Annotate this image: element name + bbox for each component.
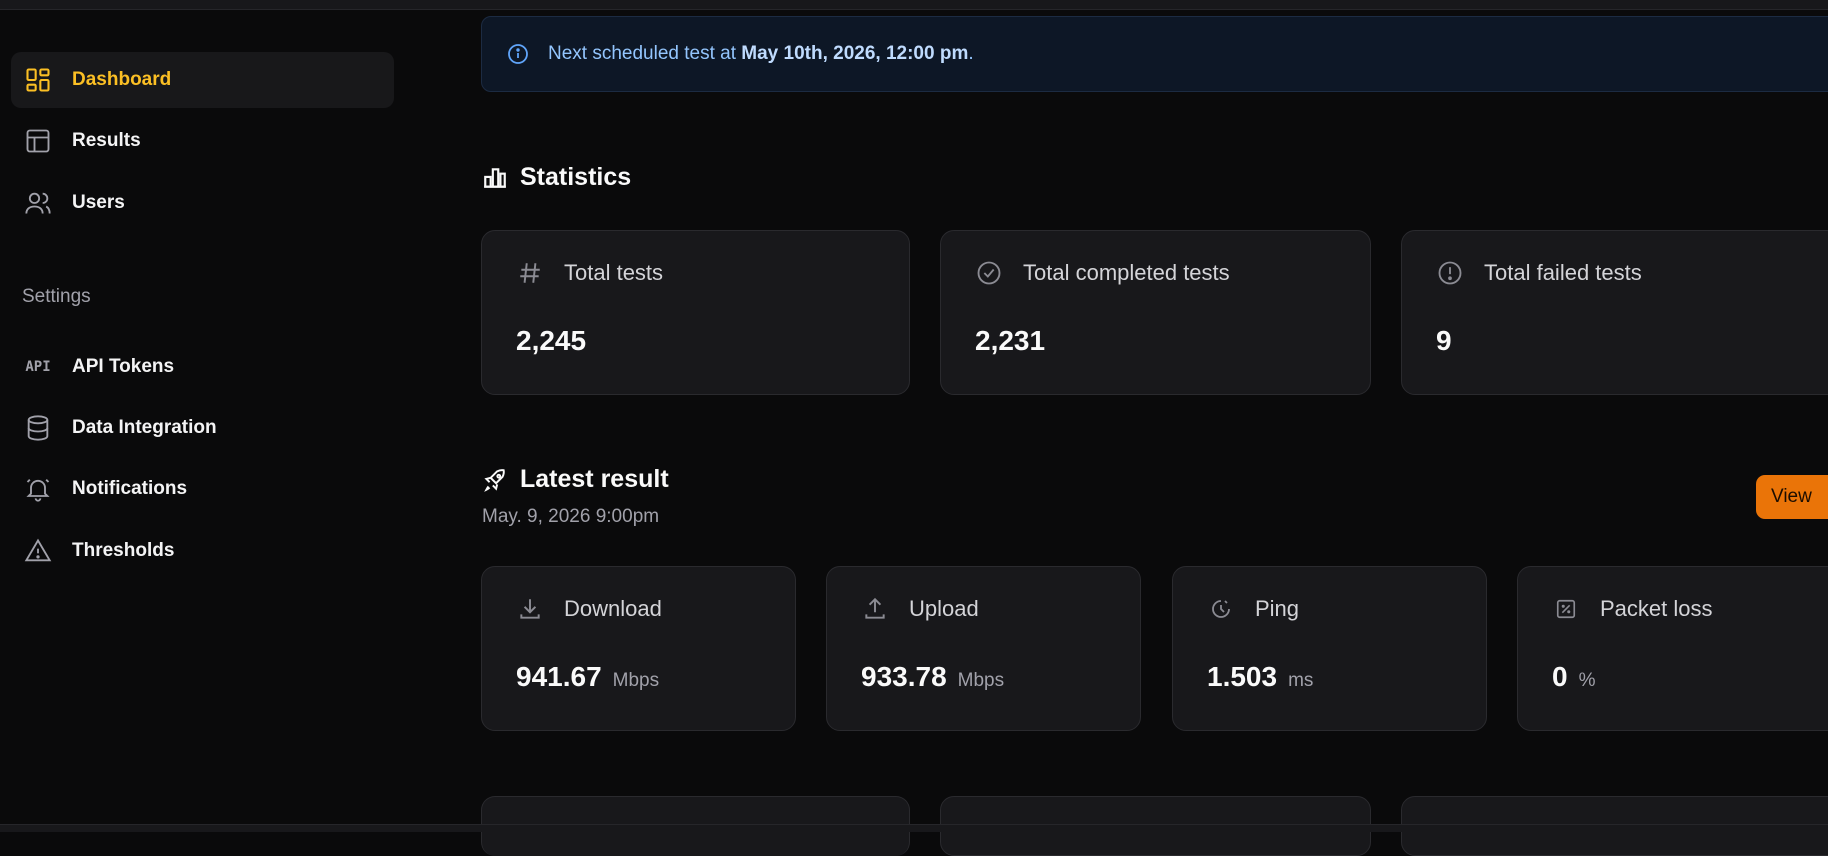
table-icon bbox=[23, 126, 53, 156]
stat-value: 2,231 bbox=[975, 325, 1046, 356]
stat-card-failed-tests: Total failed tests 9 bbox=[1401, 230, 1828, 395]
sidebar-item-label: Results bbox=[72, 130, 141, 151]
view-button[interactable]: View bbox=[1756, 475, 1828, 519]
settings-group-label: Settings bbox=[22, 286, 91, 307]
result-value: 933.78 Mbps bbox=[861, 661, 1005, 692]
result-card-packet-loss: Packet loss 0% bbox=[1517, 566, 1828, 731]
stat-label: Total tests bbox=[564, 260, 664, 285]
result-unit: % bbox=[1578, 670, 1596, 691]
hash-icon bbox=[516, 259, 544, 287]
sidebar-item-results[interactable]: Results bbox=[11, 113, 394, 169]
sidebar-item-notifications[interactable]: Notifications bbox=[11, 461, 394, 517]
result-label: Upload bbox=[909, 596, 979, 621]
result-unit: Mbps bbox=[957, 670, 1005, 691]
bell-icon bbox=[23, 474, 53, 504]
sidebar-item-users[interactable]: Users bbox=[11, 175, 394, 231]
banner-datetime: May 10th, 2026, 12:00 pm bbox=[741, 43, 969, 64]
stat-value: 9 bbox=[1436, 325, 1452, 356]
check-circle-icon bbox=[975, 259, 1003, 287]
clock-icon bbox=[1207, 595, 1235, 623]
dashboard-icon bbox=[23, 65, 53, 95]
statistics-heading: Statistics bbox=[482, 163, 631, 192]
sidebar-item-thresholds[interactable]: Thresholds bbox=[11, 523, 394, 579]
banner-text: Next scheduled test at May 10th, 2026, 1… bbox=[548, 43, 974, 64]
result-card-upload: Upload 933.78 Mbps bbox=[826, 566, 1141, 731]
stat-card-total-tests: Total tests 2,245 bbox=[481, 230, 910, 395]
latest-result-heading: Latest result bbox=[482, 465, 669, 494]
sidebar-item-data-integration[interactable]: Data Integration bbox=[11, 400, 394, 456]
result-value: 0% bbox=[1552, 661, 1596, 692]
percent-icon bbox=[1552, 595, 1580, 623]
stat-value: 2,245 bbox=[516, 325, 587, 356]
result-unit: ms bbox=[1288, 670, 1314, 691]
sidebar-item-api-tokens[interactable]: API API Tokens bbox=[11, 339, 394, 395]
latest-result-timestamp: May. 9, 2026 9:00pm bbox=[482, 506, 660, 527]
result-card-download: Download 941.67 Mbps bbox=[481, 566, 796, 731]
sidebar-item-label: Users bbox=[72, 192, 125, 213]
rocket-icon bbox=[482, 467, 508, 493]
result-label: Packet loss bbox=[1600, 596, 1713, 621]
warning-icon bbox=[23, 536, 53, 566]
result-card-ping: Ping 1.503 ms bbox=[1172, 566, 1487, 731]
sidebar-item-label: Data Integration bbox=[72, 417, 217, 438]
sidebar: Dashboard Results Users Settings API API… bbox=[0, 9, 400, 824]
result-value: 1.503 ms bbox=[1207, 661, 1314, 692]
sidebar-item-label: Dashboard bbox=[72, 69, 172, 90]
users-icon bbox=[23, 188, 53, 218]
stat-card-completed-tests: Total completed tests 2,231 bbox=[940, 230, 1371, 395]
stat-label: Total failed tests bbox=[1484, 260, 1642, 285]
download-icon bbox=[516, 595, 544, 623]
database-icon bbox=[23, 413, 53, 443]
exclamation-circle-icon bbox=[1436, 259, 1464, 287]
api-icon: API bbox=[25, 359, 51, 375]
info-icon bbox=[506, 42, 530, 66]
sidebar-item-label: Thresholds bbox=[72, 540, 175, 561]
bar-chart-icon bbox=[482, 165, 508, 191]
upload-icon bbox=[861, 595, 889, 623]
result-label: Ping bbox=[1255, 596, 1300, 621]
next-test-banner: Next scheduled test at May 10th, 2026, 1… bbox=[481, 16, 1828, 92]
sidebar-item-label: API Tokens bbox=[72, 356, 175, 377]
sidebar-item-label: Notifications bbox=[72, 478, 188, 499]
result-unit: Mbps bbox=[612, 670, 660, 691]
result-value: 941.67 Mbps bbox=[516, 661, 660, 692]
sidebar-item-dashboard[interactable]: Dashboard bbox=[11, 52, 394, 108]
result-label: Download bbox=[564, 596, 662, 621]
stat-label: Total completed tests bbox=[1023, 260, 1230, 285]
